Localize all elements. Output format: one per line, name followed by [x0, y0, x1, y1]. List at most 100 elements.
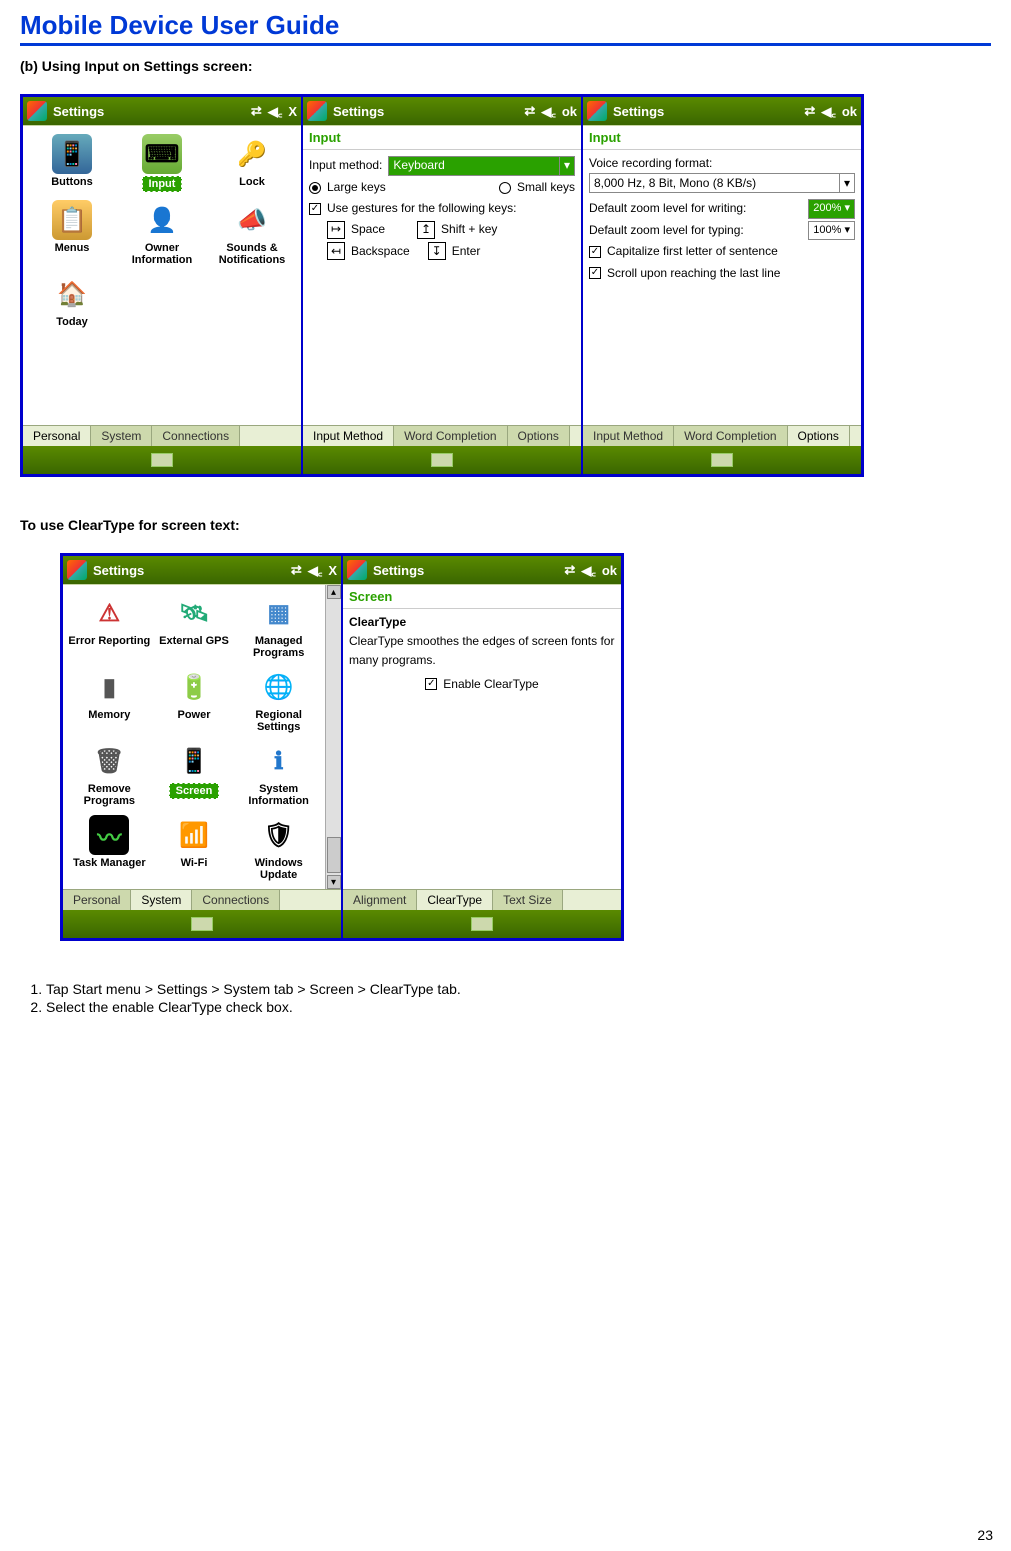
tab-input-method[interactable]: Input Method	[303, 426, 394, 446]
radio-small-keys[interactable]	[499, 182, 511, 194]
keyboard-icon[interactable]	[711, 453, 733, 467]
volume-icon[interactable]: ◀꜀	[268, 102, 283, 120]
settings-item-lock[interactable]: 🔑Lock	[207, 132, 297, 194]
input-method-select[interactable]: Keyboard▾	[388, 156, 575, 176]
titlebar: Settings ⇄ ◀꜀ ok	[303, 97, 581, 125]
scroll-thumb[interactable]	[327, 837, 341, 873]
label-enter: Enter	[452, 242, 481, 261]
tab-text-size[interactable]: Text Size	[493, 890, 563, 910]
settings-item-memory[interactable]: ▮Memory	[67, 665, 152, 735]
checkbox-enable-cleartype[interactable]	[425, 678, 437, 690]
settings-item-sounds[interactable]: 📣Sounds & Notifications	[207, 198, 297, 268]
ok-button[interactable]: ok	[602, 563, 617, 578]
scroll-up-icon[interactable]: ▴	[327, 585, 341, 599]
device-settings-personal: Settings ⇄ ◀꜀ X 📱Buttons ⌨Input 🔑Lock 📋M…	[23, 97, 301, 474]
device-settings-system: Settings ⇄ ◀꜀ X ⚠Error Reporting 🛰Extern…	[63, 556, 341, 938]
gesture-back-icon: ↤	[327, 242, 345, 260]
tab-personal[interactable]: Personal	[23, 426, 91, 446]
titlebar: Settings ⇄ ◀꜀ ok	[343, 556, 621, 584]
page-number: 23	[977, 1527, 993, 1543]
start-icon[interactable]	[67, 560, 87, 580]
tab-connections[interactable]: Connections	[192, 890, 280, 910]
tab-options[interactable]: Options	[508, 426, 570, 446]
start-icon[interactable]	[587, 101, 607, 121]
scroll-down-icon[interactable]: ▾	[327, 875, 341, 889]
tab-options[interactable]: Options	[788, 426, 850, 446]
checkbox-gestures[interactable]	[309, 203, 321, 215]
zoom-writing-select[interactable]: 200% ▾	[808, 199, 855, 219]
label-gestures: Use gestures for the following keys:	[327, 199, 516, 218]
titlebar-text: Settings	[333, 104, 384, 119]
settings-item-buttons[interactable]: 📱Buttons	[27, 132, 117, 194]
connectivity-icon[interactable]: ⇄	[251, 103, 262, 119]
tab-connections[interactable]: Connections	[152, 426, 240, 446]
zoom-typing-select[interactable]: 100% ▾	[808, 221, 855, 241]
start-icon[interactable]	[307, 101, 327, 121]
settings-item-today[interactable]: 🏠Today	[27, 272, 117, 330]
checkbox-capitalize[interactable]	[589, 246, 601, 258]
close-icon[interactable]: X	[328, 563, 337, 578]
label-large-keys: Large keys	[327, 178, 386, 197]
panel-heading-input: Input	[303, 126, 581, 150]
keyboard-icon[interactable]	[471, 917, 493, 931]
footer-bar	[303, 446, 581, 474]
cleartype-body: Screen ClearType ClearType smoothes the …	[343, 584, 621, 889]
input-method-label: Input method:	[309, 156, 382, 175]
tab-alignment[interactable]: Alignment	[343, 890, 417, 910]
titlebar: Settings ⇄ ◀꜀ ok	[583, 97, 861, 125]
tab-system[interactable]: System	[91, 426, 152, 446]
connectivity-icon[interactable]: ⇄	[524, 103, 535, 119]
scrollbar[interactable]: ▴ ▾	[325, 585, 341, 889]
bottom-tabs: Personal System Connections	[63, 889, 341, 910]
checkbox-scroll[interactable]	[589, 267, 601, 279]
volume-icon[interactable]: ◀꜀	[581, 561, 596, 579]
settings-item-sysinfo[interactable]: ℹSystem Information	[236, 739, 321, 809]
footer-bar	[23, 446, 301, 474]
tab-cleartype[interactable]: ClearType	[417, 890, 493, 910]
keyboard-icon[interactable]	[151, 453, 173, 467]
label-voice-format: Voice recording format:	[589, 154, 855, 173]
titlebar: Settings ⇄ ◀꜀ X	[23, 97, 301, 125]
settings-item-managed[interactable]: ▦Managed Programs	[236, 591, 321, 661]
close-icon[interactable]: X	[288, 104, 297, 119]
tab-word-completion[interactable]: Word Completion	[674, 426, 787, 446]
tab-system[interactable]: System	[131, 890, 192, 910]
connectivity-icon[interactable]: ⇄	[291, 562, 302, 578]
settings-item-input[interactable]: ⌨Input	[117, 132, 207, 194]
tab-input-method[interactable]: Input Method	[583, 426, 674, 446]
settings-item-owner[interactable]: 👤Owner Information	[117, 198, 207, 268]
settings-item-menus[interactable]: 📋Menus	[27, 198, 117, 268]
keyboard-icon[interactable]	[431, 453, 453, 467]
start-icon[interactable]	[27, 101, 47, 121]
connectivity-icon[interactable]: ⇄	[804, 103, 815, 119]
label-capitalize: Capitalize first letter of sentence	[607, 242, 778, 261]
screenshot-row-1: Settings ⇄ ◀꜀ X 📱Buttons ⌨Input 🔑Lock 📋M…	[20, 94, 864, 477]
settings-item-wifi[interactable]: 📶Wi-Fi	[152, 813, 237, 883]
tab-personal[interactable]: Personal	[63, 890, 131, 910]
settings-item-remove[interactable]: 🗑Remove Programs	[67, 739, 152, 809]
titlebar-text: Settings	[53, 104, 104, 119]
connectivity-icon[interactable]: ⇄	[564, 562, 575, 578]
volume-icon[interactable]: ◀꜀	[541, 102, 556, 120]
label-scroll: Scroll upon reaching the last line	[607, 264, 780, 283]
volume-icon[interactable]: ◀꜀	[821, 102, 836, 120]
ok-button[interactable]: ok	[842, 104, 857, 119]
settings-item-gps[interactable]: 🛰External GPS	[152, 591, 237, 661]
ok-button[interactable]: ok	[562, 104, 577, 119]
settings-item-task[interactable]: 〰Task Manager	[67, 813, 152, 883]
settings-item-screen[interactable]: 📱Screen	[152, 739, 237, 809]
voice-format-select[interactable]: 8,000 Hz, 8 Bit, Mono (8 KB/s)▾	[589, 173, 855, 193]
volume-icon[interactable]: ◀꜀	[308, 561, 323, 579]
settings-item-power[interactable]: 🔋Power	[152, 665, 237, 735]
settings-item-regional[interactable]: 🌐Regional Settings	[236, 665, 321, 735]
tab-word-completion[interactable]: Word Completion	[394, 426, 507, 446]
start-icon[interactable]	[347, 560, 367, 580]
keyboard-icon[interactable]	[191, 917, 213, 931]
device-input-method: Settings ⇄ ◀꜀ ok Input Input method: Key…	[303, 97, 581, 474]
steps-list: Tap Start menu > Settings > System tab >…	[20, 981, 991, 1015]
label-zoom-typing: Default zoom level for typing:	[589, 221, 802, 240]
radio-large-keys[interactable]	[309, 182, 321, 194]
device-input-options: Settings ⇄ ◀꜀ ok Input Voice recording f…	[583, 97, 861, 474]
settings-item-error[interactable]: ⚠Error Reporting	[67, 591, 152, 661]
settings-item-update[interactable]: 🛡Windows Update	[236, 813, 321, 883]
